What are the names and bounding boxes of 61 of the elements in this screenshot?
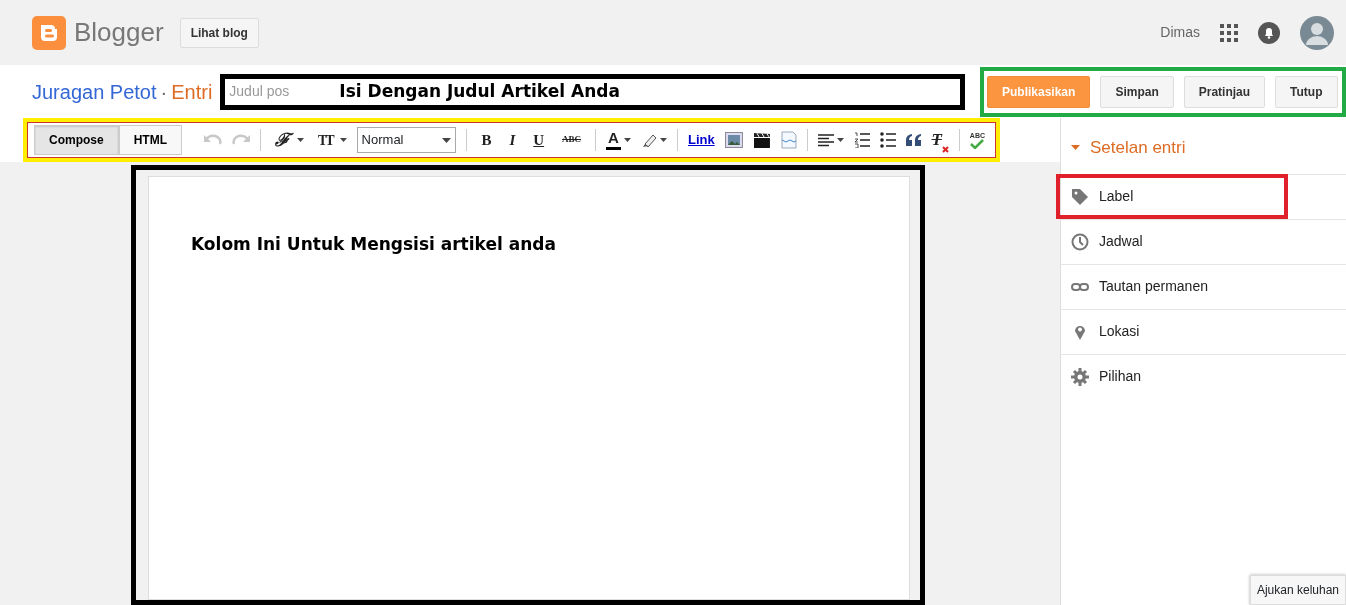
caret-icon — [442, 137, 452, 143]
numbered-list-icon[interactable] — [853, 132, 870, 148]
settings-item[interactable]: Lokasi — [1061, 308, 1346, 354]
annotation-text: Isi Dengan Judul Artikel Anda — [339, 79, 620, 103]
strikethrough-button[interactable]: ABC — [558, 133, 586, 147]
align-icon[interactable] — [817, 133, 834, 147]
settings-item[interactable]: Label — [1061, 173, 1346, 219]
quote-icon[interactable] — [905, 134, 922, 146]
caret-icon — [623, 138, 631, 142]
page-break-icon[interactable] — [780, 131, 797, 149]
close-button[interactable]: Tutup — [1275, 75, 1338, 108]
clear-formatting-button[interactable]: T — [931, 127, 949, 153]
format-select[interactable]: Normal — [356, 127, 457, 153]
underline-button[interactable]: U — [529, 128, 549, 152]
apps-grid-icon[interactable] — [1220, 23, 1238, 42]
section-name: Entri — [171, 79, 213, 105]
settings-item[interactable]: Pilihan — [1061, 353, 1346, 399]
remove-mark-icon — [941, 145, 949, 153]
notification-bell-icon[interactable] — [1258, 21, 1280, 44]
caret-icon — [339, 138, 347, 142]
caret-icon — [1071, 145, 1080, 151]
brand-name: Blogger — [74, 16, 164, 49]
text-glyph: T — [931, 127, 942, 153]
tag-icon — [1071, 187, 1089, 206]
feedback-button[interactable]: Ajukan keluhan — [1249, 575, 1346, 605]
avatar[interactable] — [1300, 15, 1334, 50]
logo-icon — [32, 15, 66, 50]
annotation-text: Kolom Ini Untuk Mengsisi artikel anda — [191, 234, 556, 254]
editor-area[interactable]: Kolom Ini Untuk Mengsisi artikel anda — [148, 176, 910, 600]
caret-icon — [836, 138, 844, 142]
separator-dot: · — [160, 79, 168, 105]
font-family-button[interactable]: ℱ — [270, 126, 294, 154]
gear-icon — [1071, 367, 1089, 386]
item-label: Label — [1099, 187, 1134, 206]
item-label: Jadwal — [1099, 232, 1143, 251]
blog-name[interactable]: Juragan Petot — [32, 76, 157, 107]
check-icon — [970, 138, 985, 149]
caret-icon — [296, 138, 304, 142]
image-icon[interactable] — [724, 132, 743, 148]
highlighter-icon[interactable] — [640, 132, 657, 148]
font-size-button[interactable]: TT — [313, 129, 337, 151]
user-name[interactable]: Dimas — [1160, 22, 1200, 43]
text-color-button[interactable]: A — [606, 130, 621, 150]
preview-button[interactable]: Pratinjau — [1183, 75, 1266, 108]
section-title[interactable]: Setelan entri — [1090, 135, 1186, 161]
view-blog-button[interactable]: Lihat blog — [179, 17, 259, 48]
link-button[interactable]: Link — [687, 130, 715, 150]
mode-tab[interactable]: HTML — [118, 125, 182, 155]
bold-button[interactable]: B — [477, 128, 496, 152]
item-label: Pilihan — [1099, 367, 1142, 386]
save-button[interactable]: Simpan — [1100, 75, 1174, 108]
italic-button[interactable]: I — [505, 128, 520, 152]
clapperboard-icon[interactable] — [752, 132, 771, 148]
bullet-list-icon[interactable] — [879, 132, 896, 148]
mode-tab[interactable]: Compose — [34, 125, 119, 155]
item-label: Lokasi — [1099, 322, 1140, 341]
clock-icon — [1071, 232, 1089, 251]
item-label: Tautan permanen — [1099, 277, 1208, 296]
settings-item[interactable]: Tautan permanen — [1061, 263, 1346, 309]
caret-icon — [659, 138, 667, 142]
settings-item[interactable]: Jadwal — [1061, 218, 1346, 264]
